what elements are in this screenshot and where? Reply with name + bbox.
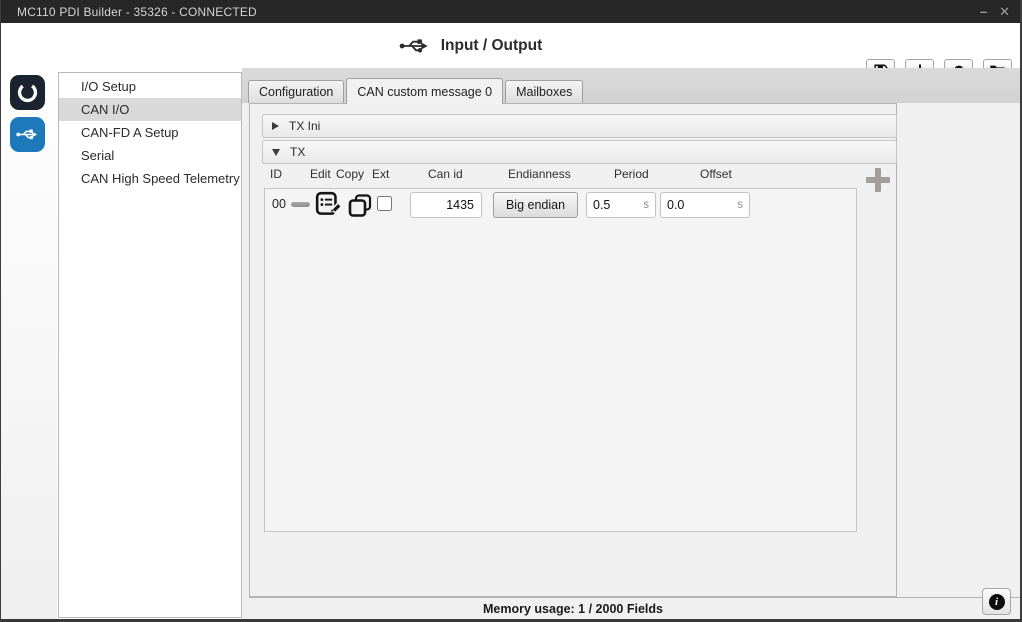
window-title: MC110 PDI Builder - 35326 - CONNECTED [17,5,257,19]
column-header-ext: Ext [372,167,389,181]
nav-panel: I/O Setup CAN I/O CAN-FD A Setup Serial … [58,72,242,618]
row-id-label: 00 [272,197,286,211]
usb-icon [399,36,432,56]
section-header-tx-ini[interactable]: TX Ini [262,114,897,138]
plus-icon [866,168,890,192]
info-icon: i [989,594,1005,610]
header: Input / Output [1,23,1020,68]
sidebar-tile-platform[interactable] [10,75,45,110]
column-header-endianness: Endianness [508,167,571,181]
app-window: MC110 PDI Builder - 35326 - CONNECTED – … [0,0,1022,622]
edit-message-button[interactable] [315,191,343,219]
sidebar-tile-input-output[interactable] [10,117,45,152]
nav-item-serial[interactable]: Serial [59,144,241,167]
column-header-offset: Offset [700,167,732,181]
offset-field: s [660,192,750,218]
nav-item-can-high-speed-telemetry[interactable]: CAN High Speed Telemetry [59,167,241,190]
usb-icon [16,127,40,142]
can-id-input[interactable] [410,192,482,218]
minimize-button[interactable]: – [980,5,987,18]
tab-bar: Configuration CAN custom message 0 Mailb… [242,68,1020,103]
window-controls: – ✕ [980,0,1010,23]
nav-item-can-fd-a-setup[interactable]: CAN-FD A Setup [59,121,241,144]
offset-input[interactable] [661,193,749,217]
open-circle-icon [16,81,39,104]
nav-item-can-io[interactable]: CAN I/O [59,98,241,121]
nav-item-io-setup[interactable]: I/O Setup [59,75,241,98]
main-area: Configuration CAN custom message 0 Mailb… [242,68,1020,619]
add-message-button[interactable] [866,168,890,192]
page-title-label: Input / Output [441,37,543,55]
close-button[interactable]: ✕ [999,5,1010,18]
table-row: 00 [265,189,856,221]
copy-message-button[interactable] [347,193,373,219]
column-header-id: ID [270,167,282,181]
collapse-arrow-icon [272,122,279,130]
column-header-can-id: Can id [428,167,463,181]
column-header-edit: Edit [310,167,331,181]
column-header-copy: Copy [336,167,364,181]
tab-mailboxes[interactable]: Mailboxes [505,80,583,103]
tab-can-custom-message-0[interactable]: CAN custom message 0 [346,78,503,104]
app-sidebar [1,68,57,619]
period-field: s [586,192,656,218]
section-label: TX Ini [289,119,320,133]
period-unit-label: s [643,199,649,211]
status-bar: Memory usage: 1 / 2000 Fields i [249,597,1020,622]
ext-checkbox[interactable] [377,196,392,211]
remove-row-button[interactable] [291,202,310,207]
section-header-tx[interactable]: TX [262,140,897,164]
titlebar: MC110 PDI Builder - 35326 - CONNECTED – … [1,0,1020,23]
section-label: TX [290,145,305,159]
expand-arrow-icon [272,149,280,156]
edit-icon [315,191,343,219]
table-column-headers: ID Edit Copy Ext Can id Endianness Perio… [250,167,896,183]
column-header-period: Period [614,167,649,181]
endianness-button[interactable]: Big endian [493,192,578,218]
info-button[interactable]: i [982,588,1011,615]
message-rows-container: 00 [264,188,857,532]
tab-panel: TX Ini TX ID Edit Copy Ext Can id Endian… [249,103,897,597]
memory-usage-label: Memory usage: 1 / 2000 Fields [249,602,897,616]
tab-configuration[interactable]: Configuration [248,80,344,103]
offset-unit-label: s [737,199,743,211]
copy-icon [347,193,373,219]
